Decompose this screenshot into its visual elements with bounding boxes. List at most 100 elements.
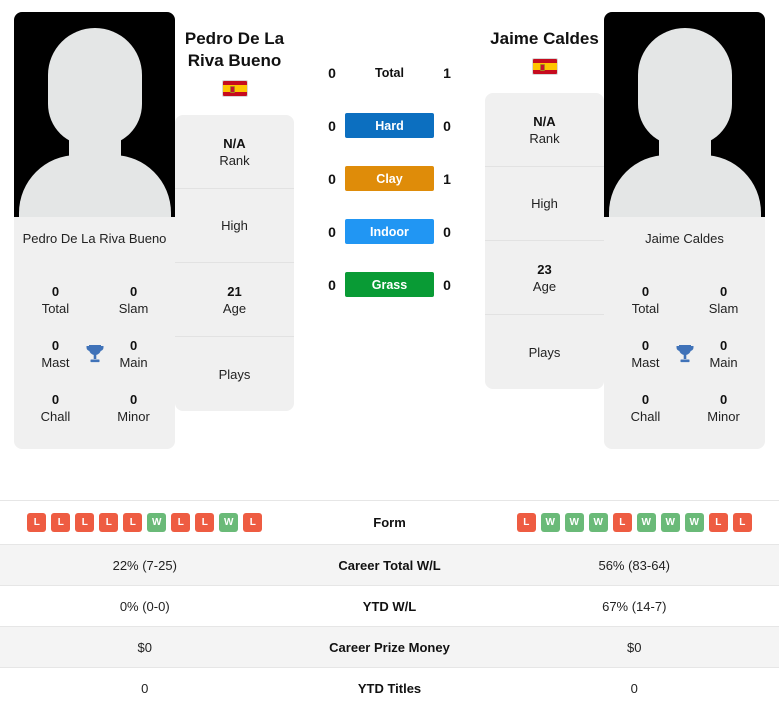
- left-titles-slam: 0 Slam: [108, 283, 159, 317]
- value: 0: [719, 338, 728, 353]
- value: 0: [641, 338, 650, 353]
- left-rank-cell-plays: Plays: [175, 337, 294, 411]
- player-comparison-page: Pedro De La Riva Bueno 0 Total 0 Slam 0: [0, 0, 779, 719]
- right-rank-cell-plays: Plays: [485, 315, 604, 389]
- form-badge-loss: L: [51, 513, 71, 532]
- h2h-left-value: 0: [328, 170, 336, 187]
- form-badge-win: W: [684, 513, 704, 532]
- avatar-ear-right: [689, 100, 704, 130]
- stats-row-label: Career Total W/L: [338, 557, 441, 573]
- h2h-left-value: 0: [328, 117, 336, 134]
- left-player-photo: [14, 12, 175, 217]
- right-titles-total: 0 Total: [620, 283, 671, 317]
- label: Rank: [529, 130, 560, 146]
- h2h-row-grass: 0 Grass 0: [318, 272, 462, 297]
- form-badge-win: W: [564, 513, 584, 532]
- h2h-row-clay: 0 Clay 1: [318, 166, 462, 191]
- left-player-info-column: Pedro De La Riva Bueno N/A Rank High 21 …: [175, 0, 294, 411]
- comparison-stats-table: LLLLLWLLWL Form LWWWLWWWLL 22% (7-25) Ca…: [0, 500, 779, 708]
- comparison-header: Pedro De La Riva Bueno 0 Total 0 Slam 0: [0, 0, 779, 500]
- label: Plays: [218, 366, 251, 382]
- label: Slam: [708, 301, 739, 316]
- label: High: [221, 218, 248, 233]
- stats-row-ytd-titles: 0 YTD Titles 0: [0, 667, 779, 708]
- titles-row: 0 Mast 0 Main: [24, 327, 165, 381]
- h2h-left-value: 0: [328, 276, 336, 293]
- right-player-info-column: Jaime Caldes N/A Rank High 23 Age Plays: [485, 0, 604, 389]
- value: 0: [129, 284, 138, 299]
- right-form-strip: LWWWLWWWLL: [516, 513, 752, 532]
- label: Total: [631, 301, 660, 316]
- h2h-right-value: 0: [443, 223, 451, 240]
- h2h-surface-label-total: Total: [375, 65, 404, 80]
- label: Chall: [40, 409, 71, 424]
- right-titles-minor: 0 Minor: [698, 391, 749, 425]
- avatar-ear-left: [75, 100, 90, 130]
- h2h-surface-bar-clay: Clay: [345, 166, 434, 191]
- right-rank-card: N/A Rank High 23 Age Plays: [485, 93, 604, 389]
- avatar-body-shape: [608, 155, 761, 217]
- h2h-surface-bar-indoor: Indoor: [345, 219, 434, 244]
- label: Age: [222, 300, 247, 316]
- avatar-head-shape: [637, 28, 732, 146]
- label: Minor: [707, 409, 740, 424]
- form-badge-win: W: [540, 513, 560, 532]
- label: Slam: [118, 301, 149, 316]
- form-badge-loss: L: [99, 513, 119, 532]
- right-value: $0: [627, 639, 642, 655]
- form-badge-loss: L: [732, 513, 752, 532]
- left-form-strip: LLLLLWLLWL: [27, 513, 263, 532]
- left-rank-card: N/A Rank High 21 Age Plays: [175, 115, 294, 411]
- stats-row-label: YTD Titles: [357, 680, 422, 696]
- form-badge-loss: L: [708, 513, 728, 532]
- titles-row: 0 Mast 0 Main: [614, 327, 755, 381]
- form-badge-win: W: [636, 513, 656, 532]
- titles-row: 0 Total 0 Slam: [614, 273, 755, 327]
- h2h-right-value: 1: [443, 64, 451, 81]
- h2h-left-value: 0: [328, 64, 336, 81]
- right-titles-main: 0 Main: [698, 337, 749, 371]
- left-value: 0% (0-0): [119, 598, 170, 614]
- label: Rank: [219, 152, 250, 168]
- label: Mast: [631, 355, 660, 370]
- form-badge-loss: L: [75, 513, 95, 532]
- right-player-photo: [604, 12, 765, 217]
- head-to-head-surfaces: 0 Total 1 0 Hard 0 0 Clay 1 0 Indoor 0 0: [294, 0, 485, 297]
- flag-stripe: [532, 62, 557, 71]
- right-value: 67% (14-7): [602, 598, 667, 614]
- value: N/A: [533, 113, 556, 129]
- left-value: 22% (7-25): [112, 557, 177, 573]
- flag-crest: [539, 64, 545, 71]
- label: Chall: [630, 409, 661, 424]
- left-rank-cell-rank: N/A Rank: [175, 115, 294, 189]
- left-titles-mast: 0 Mast: [30, 337, 81, 371]
- stats-row-label: Form: [373, 515, 406, 530]
- value: 0: [719, 284, 728, 299]
- right-titles-slam: 0 Slam: [698, 283, 749, 317]
- label: High: [531, 196, 558, 211]
- avatar-body-shape: [18, 155, 171, 217]
- value: 0: [641, 392, 650, 407]
- value: 0: [129, 338, 138, 353]
- label: Minor: [117, 409, 150, 424]
- right-player-photo-caption: Jaime Caldes: [645, 231, 724, 246]
- left-value: $0: [137, 639, 152, 655]
- left-titles-chall: 0 Chall: [30, 391, 81, 425]
- value: 0: [719, 392, 728, 407]
- stats-row-career-total-wl: 22% (7-25) Career Total W/L 56% (83-64): [0, 544, 779, 585]
- spain-flag-icon: [221, 80, 248, 97]
- h2h-right-value: 0: [443, 276, 451, 293]
- form-badge-win: W: [660, 513, 680, 532]
- value: 23: [537, 261, 552, 277]
- right-rank-cell-rank: N/A Rank: [485, 93, 604, 167]
- flag-crest: [229, 86, 235, 93]
- stats-row-form: LLLLLWLLWL Form LWWWLWWWLL: [0, 500, 779, 544]
- h2h-surface-bar-grass: Grass: [345, 272, 434, 297]
- right-player-card: Jaime Caldes 0 Total 0 Slam 0 Mast 0 Mai…: [604, 12, 765, 449]
- value: 0: [51, 392, 60, 407]
- form-badge-loss: L: [243, 513, 263, 532]
- label: Mast: [41, 355, 70, 370]
- stats-row-career-prize-money: $0 Career Prize Money $0: [0, 626, 779, 667]
- avatar-ear-right: [99, 100, 114, 130]
- h2h-surface-bar-hard: Hard: [345, 113, 434, 138]
